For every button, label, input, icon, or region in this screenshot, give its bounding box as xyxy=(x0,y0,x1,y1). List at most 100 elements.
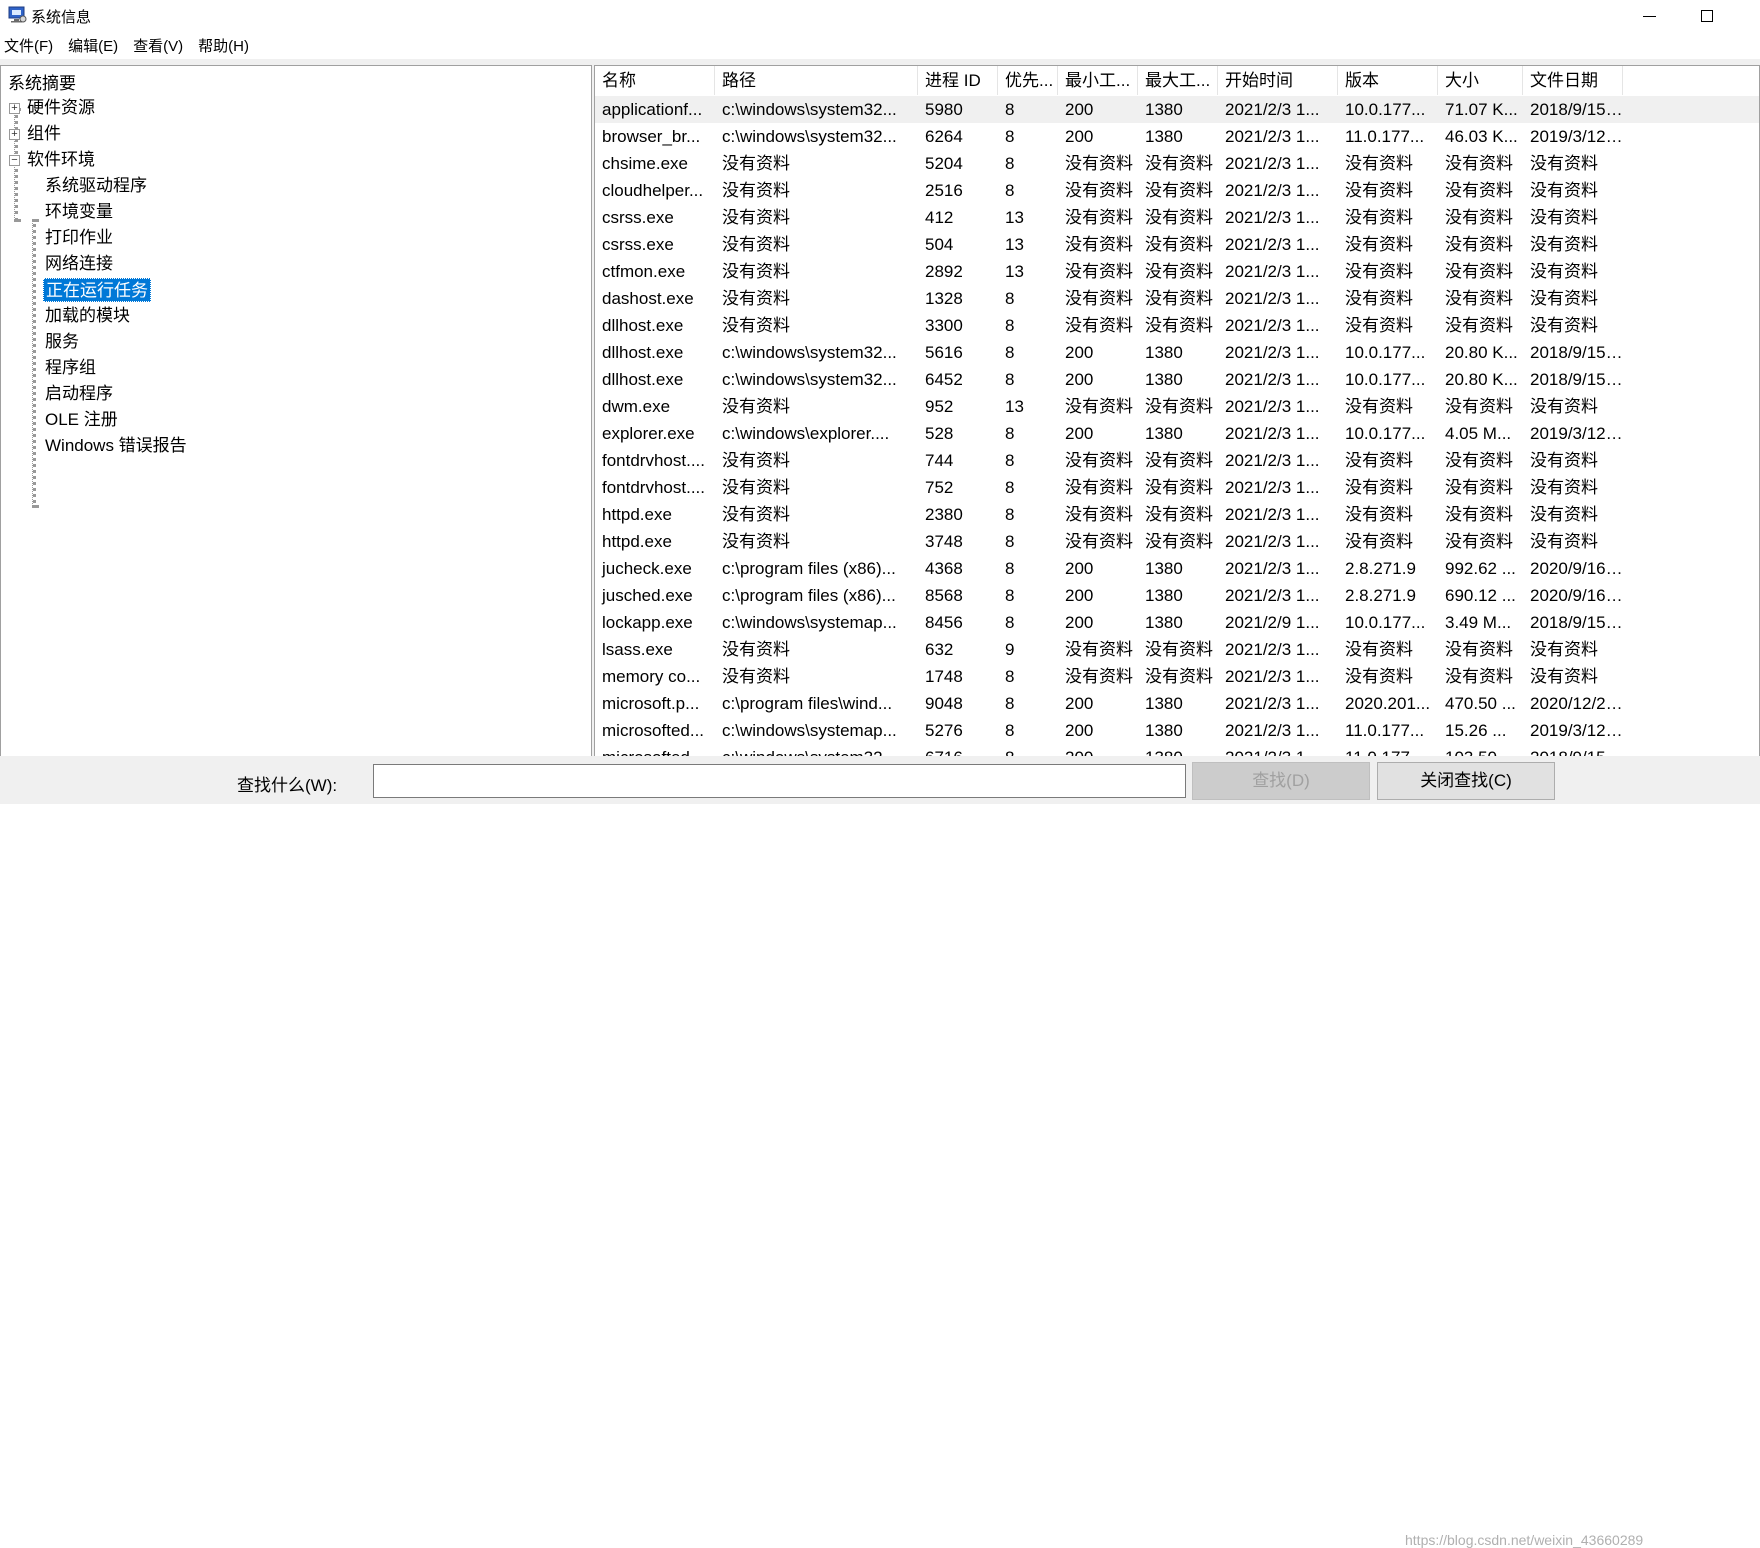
find-input[interactable] xyxy=(373,764,1186,798)
table-row[interactable]: dashost.exe 没有资料 1328 8 没有资料 没有资料 2021/2/3 1..… xyxy=(595,285,1759,312)
find-button[interactable]: 查找(D) xyxy=(1192,762,1370,800)
table-cell: 没有资料 xyxy=(1065,451,1133,470)
table-cell: 没有资料 xyxy=(1445,532,1513,551)
tree-item-program-groups[interactable]: 程序组 xyxy=(45,356,96,380)
table-cell: 没有资料 xyxy=(1145,262,1213,281)
table-cell: 2021/2/3 1... xyxy=(1225,532,1320,551)
tree-item-software-environment[interactable]: 软件环境 xyxy=(27,148,95,172)
tree-item-network-connections[interactable]: 网络连接 xyxy=(45,252,113,276)
table-cell: explorer.exe xyxy=(602,424,695,443)
column-header-8[interactable]: 大小 xyxy=(1438,66,1523,95)
table-cell: 2021/2/3 1... xyxy=(1225,262,1320,281)
column-header-3[interactable]: 优先... xyxy=(998,66,1058,95)
table-cell: 13 xyxy=(1005,262,1024,281)
maximize-icon xyxy=(1701,10,1713,22)
collapse-minus-icon[interactable]: − xyxy=(9,155,20,166)
column-header-0[interactable]: 名称 xyxy=(595,66,715,95)
table-cell: 1380 xyxy=(1145,127,1183,146)
table-cell: 11.0.177... xyxy=(1345,127,1425,146)
table-cell: 没有资料 xyxy=(1145,235,1213,254)
tree-item-running-tasks[interactable]: 正在运行任务 xyxy=(43,278,151,302)
table-row[interactable]: explorer.exe c:\windows\explorer.... 528 8 2… xyxy=(595,420,1759,447)
tree-item-loaded-modules[interactable]: 加载的模块 xyxy=(45,304,130,328)
tree-item-system-summary[interactable]: 系统摘要 xyxy=(8,72,76,96)
table-row[interactable]: fontdrvhost.... 没有资料 752 8 没有资料 没有资料 2021/2/3 … xyxy=(595,474,1759,501)
table-cell: 5276 xyxy=(925,721,963,740)
table-row[interactable]: dllhost.exe c:\windows\system32... 5616 8 20… xyxy=(595,339,1759,366)
table-cell: 6452 xyxy=(925,370,963,389)
table-header: 名称 路径 进程 ID 优先... 最小工... 最大工... 开始时间 版本 大小 文件日期 xyxy=(595,66,1759,95)
table-cell: 11.0.177... xyxy=(1345,721,1425,740)
table-row[interactable]: httpd.exe 没有资料 2380 8 没有资料 没有资料 2021/2/3 1... 没… xyxy=(595,501,1759,528)
menu-view[interactable]: 查看(V) xyxy=(133,35,183,56)
tree-item-ole-registration[interactable]: OLE 注册 xyxy=(45,408,118,432)
table-row[interactable]: lsass.exe 没有资料 632 9 没有资料 没有资料 2021/2/3 1... 没有… xyxy=(595,636,1759,663)
table-cell: 没有资料 xyxy=(1145,181,1213,200)
table-cell: 8 xyxy=(1005,667,1015,686)
table-row[interactable]: chsime.exe 没有资料 5204 8 没有资料 没有资料 2021/2/3 1...… xyxy=(595,150,1759,177)
table-cell: csrss.exe xyxy=(602,235,674,254)
category-tree[interactable]: 系统摘要 + 硬件资源 + 组件 − 软件环境 系统驱动程序 环境变量 打印作业… xyxy=(0,65,592,759)
table-row[interactable]: microsoft.p... c:\program files\wind... 90… xyxy=(595,690,1759,717)
table-row[interactable]: browser_br... c:\windows\system32... 6264 8… xyxy=(595,123,1759,150)
minimize-button[interactable] xyxy=(1620,0,1678,32)
table-row[interactable]: cloudhelper... 没有资料 2516 8 没有资料 没有资料 2021/2/3 … xyxy=(595,177,1759,204)
table-row[interactable]: csrss.exe 没有资料 412 13 没有资料 没有资料 2021/2/3 1... 没… xyxy=(595,204,1759,231)
table-cell: 2.8.271.9 xyxy=(1345,586,1416,605)
column-header-9[interactable]: 文件日期 xyxy=(1523,66,1623,95)
tree-item-print-jobs[interactable]: 打印作业 xyxy=(45,226,113,250)
tree-item-environment-variables[interactable]: 环境变量 xyxy=(45,200,113,224)
table-cell: fontdrvhost.... xyxy=(602,478,705,497)
table-row[interactable]: fontdrvhost.... 没有资料 744 8 没有资料 没有资料 2021/2/3 … xyxy=(595,447,1759,474)
column-header-1[interactable]: 路径 xyxy=(715,66,918,95)
table-row[interactable]: csrss.exe 没有资料 504 13 没有资料 没有资料 2021/2/3 1... 没… xyxy=(595,231,1759,258)
table-cell: 没有资料 xyxy=(1065,316,1133,335)
table-cell: 没有资料 xyxy=(1065,397,1133,416)
table-cell: 13 xyxy=(1005,208,1024,227)
table-cell: lsass.exe xyxy=(602,640,673,659)
maximize-button[interactable] xyxy=(1678,0,1736,32)
table-cell: 没有资料 xyxy=(1065,181,1133,200)
expand-plus-icon[interactable]: + xyxy=(9,103,20,114)
table-row[interactable]: ctfmon.exe 没有资料 2892 13 没有资料 没有资料 2021/2/3 1..… xyxy=(595,258,1759,285)
menu-help[interactable]: 帮助(H) xyxy=(198,35,249,56)
table-cell: 没有资料 xyxy=(722,289,790,308)
close-find-button[interactable]: 关闭查找(C) xyxy=(1377,762,1555,800)
title-bar: 系统信息 xyxy=(0,0,1760,32)
table-cell: 没有资料 xyxy=(1530,640,1598,659)
tree-item-components[interactable]: 组件 xyxy=(27,122,61,146)
column-header-4[interactable]: 最小工... xyxy=(1058,66,1138,95)
table-cell: 没有资料 xyxy=(1445,667,1513,686)
column-header-2[interactable]: 进程 ID xyxy=(918,66,998,95)
expand-plus-icon[interactable]: + xyxy=(9,129,20,140)
menu-edit[interactable]: 编辑(E) xyxy=(68,35,118,56)
table-row[interactable]: applicationf... c:\windows\system32... 598… xyxy=(595,96,1759,123)
table-cell: 200 xyxy=(1065,370,1094,389)
details-table[interactable]: 名称 路径 进程 ID 优先... 最小工... 最大工... 开始时间 版本 大小 文件日期 a… xyxy=(594,65,1760,759)
tree-item-hardware-resources[interactable]: 硬件资源 xyxy=(27,96,95,120)
table-cell: 没有资料 xyxy=(1530,505,1598,524)
table-cell: httpd.exe xyxy=(602,532,672,551)
table-row[interactable]: memory co... 没有资料 1748 8 没有资料 没有资料 2021/2/3 1.… xyxy=(595,663,1759,690)
column-header-5[interactable]: 最大工... xyxy=(1138,66,1218,95)
table-row[interactable]: dllhost.exe c:\windows\system32... 6452 8 20… xyxy=(595,366,1759,393)
table-row[interactable]: jucheck.exe c:\program files (x86)... 4368… xyxy=(595,555,1759,582)
table-row[interactable]: lockapp.exe c:\windows\systemap... 8456 8 20… xyxy=(595,609,1759,636)
table-row[interactable]: microsofted... c:\windows\systemap... 5276… xyxy=(595,717,1759,744)
table-cell: 2.8.271.9 xyxy=(1345,559,1416,578)
table-row[interactable]: dllhost.exe 没有资料 3300 8 没有资料 没有资料 2021/2/3 1..… xyxy=(595,312,1759,339)
tree-item-startup-programs[interactable]: 启动程序 xyxy=(45,382,113,406)
tree-item-system-drivers[interactable]: 系统驱动程序 xyxy=(45,174,147,198)
tree-item-services[interactable]: 服务 xyxy=(45,330,79,354)
table-row[interactable]: httpd.exe 没有资料 3748 8 没有资料 没有资料 2021/2/3 1... 没… xyxy=(595,528,1759,555)
table-row[interactable]: dwm.exe 没有资料 952 13 没有资料 没有资料 2021/2/3 1... 没有资… xyxy=(595,393,1759,420)
menu-file[interactable]: 文件(F) xyxy=(4,35,53,56)
table-row[interactable]: jusched.exe c:\program files (x86)... 8568… xyxy=(595,582,1759,609)
tree-item-windows-error-reporting[interactable]: Windows 错误报告 xyxy=(45,434,187,458)
column-header-6[interactable]: 开始时间 xyxy=(1218,66,1338,95)
table-cell: c:\program files (x86)... xyxy=(722,586,896,605)
table-cell: 8 xyxy=(1005,181,1015,200)
column-header-7[interactable]: 版本 xyxy=(1338,66,1438,95)
table-cell: 没有资料 xyxy=(1530,208,1598,227)
table-cell: 没有资料 xyxy=(1065,289,1133,308)
